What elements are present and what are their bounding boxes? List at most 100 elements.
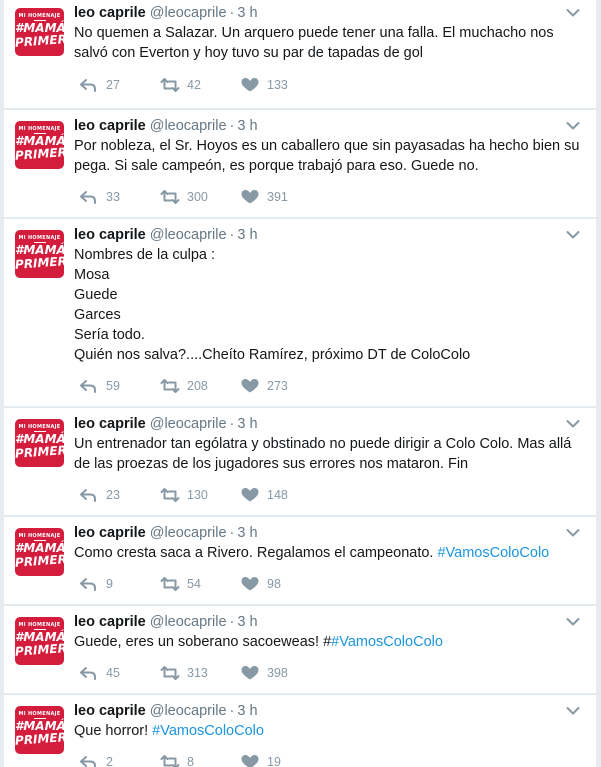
tweet-timestamp[interactable]: 3 h: [237, 5, 257, 21]
avatar-text-top: MI HOMENAJE: [18, 13, 61, 19]
reply-count: 59: [106, 379, 120, 393]
tweet-timestamp[interactable]: 3 h: [237, 416, 257, 432]
tweet-header: leo caprile @leocaprile · 3 h: [74, 116, 258, 136]
tweet-card[interactable]: MI HOMENAJE #MAMÁ PRIMERO leo caprile @leoca…: [4, 605, 596, 693]
hashtag-link[interactable]: #VamosColoColo: [437, 545, 549, 561]
author-handle[interactable]: @leocaprile: [150, 416, 227, 432]
retweet-count: 54: [187, 577, 201, 591]
tweet-text-segment: Un entrenador tan ególatra y obstinado n…: [74, 436, 572, 452]
tweet-text-line: Nombres de la culpa :: [74, 245, 584, 265]
tweet-text-segment: Sería todo.: [74, 327, 145, 343]
chevron-down-icon[interactable]: [566, 118, 580, 130]
avatar[interactable]: MI HOMENAJE #MAMÁ PRIMERO: [15, 419, 64, 467]
separator-dot: ·: [229, 5, 235, 21]
avatar[interactable]: MI HOMENAJE #MAMÁ PRIMERO: [15, 528, 64, 576]
author-handle[interactable]: @leocaprile: [150, 525, 227, 541]
author-name[interactable]: leo caprile: [74, 416, 146, 432]
like-count: 19: [267, 755, 281, 767]
author-handle[interactable]: @leocaprile: [150, 227, 227, 243]
chevron-down-icon[interactable]: [566, 416, 580, 428]
tweet-card[interactable]: MI HOMENAJE #MAMÁ PRIMERO leo caprile @leoca…: [4, 109, 596, 217]
tweet-text-line: No quemen a Salazar. Un arquero puede te…: [74, 23, 584, 43]
author-name[interactable]: leo caprile: [74, 614, 146, 630]
tweet-text-segment: Como cresta saca a Rivero. Regalamos el …: [74, 545, 438, 561]
like-count: 98: [267, 577, 281, 591]
tweet-text-line: Garces: [74, 305, 584, 325]
like-count: 398: [267, 666, 288, 680]
author-name[interactable]: leo caprile: [74, 525, 146, 541]
like-count: 273: [267, 379, 288, 393]
author-name[interactable]: leo caprile: [74, 118, 146, 134]
tweet-timeline: MI HOMENAJE #MAMÁ PRIMERO leo caprile @leoca…: [0, 0, 601, 767]
tweet-timestamp[interactable]: 3 h: [237, 614, 257, 630]
tweet-text-segment: Guede: [74, 287, 118, 303]
tweet-timestamp[interactable]: 3 h: [237, 703, 257, 719]
avatar[interactable]: MI HOMENAJE #MAMÁ PRIMERO: [15, 8, 64, 56]
separator-dot: ·: [229, 416, 235, 432]
author-handle[interactable]: @leocaprile: [150, 5, 227, 21]
tweet-text-segment: Nombres de la culpa :: [74, 247, 216, 263]
chevron-down-icon[interactable]: [566, 525, 580, 537]
avatar[interactable]: MI HOMENAJE #MAMÁ PRIMERO: [15, 121, 64, 169]
reply-count: 27: [106, 78, 120, 92]
author-name[interactable]: leo caprile: [74, 227, 146, 243]
chevron-down-icon[interactable]: [566, 703, 580, 715]
avatar-text-top: MI HOMENAJE: [18, 235, 61, 241]
author-handle[interactable]: @leocaprile: [150, 703, 227, 719]
hashtag-link[interactable]: #VamosColoColo: [152, 723, 264, 739]
separator-dot: ·: [229, 227, 235, 243]
avatar-text-top: MI HOMENAJE: [18, 711, 61, 717]
author-handle[interactable]: @leocaprile: [150, 614, 227, 630]
reply-count: 45: [106, 666, 120, 680]
chevron-down-icon[interactable]: [566, 5, 580, 17]
author-name[interactable]: leo caprile: [74, 703, 146, 719]
tweet-text: Que horror! #VamosColoColo: [74, 721, 584, 741]
like-count: 148: [267, 488, 288, 502]
avatar[interactable]: MI HOMENAJE #MAMÁ PRIMERO: [15, 706, 64, 754]
tweet-text-line: pega. Si sale campeón, es porque trabajó…: [74, 156, 584, 176]
author-name[interactable]: leo caprile: [74, 5, 146, 21]
tweet-timestamp[interactable]: 3 h: [237, 525, 257, 541]
tweet-header: leo caprile @leocaprile · 3 h: [74, 414, 258, 434]
avatar-text-bottom: PRIMERO: [15, 551, 64, 570]
reply-count: 9: [106, 577, 113, 591]
tweet-text-line: Mosa: [74, 265, 584, 285]
tweet-card[interactable]: MI HOMENAJE #MAMÁ PRIMERO leo caprile @leoca…: [4, 218, 596, 406]
tweet-text-segment: Mosa: [74, 267, 110, 283]
tweet-header: leo caprile @leocaprile · 3 h: [74, 3, 258, 23]
tweet-text-segment: salvó con Everton y hoy tuvo su par de t…: [74, 45, 424, 61]
tweet-text-segment: Guede, eres un soberano sacoeweas! #: [74, 634, 332, 650]
separator-dot: ·: [229, 118, 235, 134]
tweet-card[interactable]: MI HOMENAJE #MAMÁ PRIMERO leo caprile @leoca…: [4, 694, 596, 767]
retweet-count: 42: [187, 78, 201, 92]
tweet-text-segment: de las proezas de los jugadores sus erro…: [74, 456, 469, 472]
tweet-text-segment: Garces: [74, 307, 121, 323]
tweet-text-line: salvó con Everton y hoy tuvo su par de t…: [74, 43, 584, 63]
separator-dot: ·: [229, 614, 235, 630]
tweet-text-line: Guede, eres un soberano sacoeweas! ##Vam…: [74, 632, 584, 652]
tweet-text: Un entrenador tan ególatra y obstinado n…: [74, 434, 584, 474]
retweet-count: 130: [187, 488, 208, 502]
avatar-text-top: MI HOMENAJE: [18, 622, 61, 628]
tweet-timestamp[interactable]: 3 h: [237, 118, 257, 134]
tweet-text: Por nobleza, el Sr. Hoyos es un caballer…: [74, 136, 584, 176]
tweet-text-segment: No quemen a Salazar. Un arquero puede te…: [74, 25, 554, 41]
avatar-text-bottom: PRIMERO: [15, 442, 64, 461]
chevron-down-icon[interactable]: [566, 227, 580, 239]
avatar-text-bottom: PRIMERO: [15, 640, 64, 659]
tweet-timestamp[interactable]: 3 h: [237, 227, 257, 243]
tweet-text-segment: Por nobleza, el Sr. Hoyos es un caballer…: [74, 138, 580, 154]
avatar[interactable]: MI HOMENAJE #MAMÁ PRIMERO: [15, 230, 64, 278]
tweet-card[interactable]: MI HOMENAJE #MAMÁ PRIMERO leo caprile @leoca…: [4, 0, 596, 108]
author-handle[interactable]: @leocaprile: [150, 118, 227, 134]
tweet-card[interactable]: MI HOMENAJE #MAMÁ PRIMERO leo caprile @leoca…: [4, 516, 596, 604]
tweet-card[interactable]: MI HOMENAJE #MAMÁ PRIMERO leo caprile @leoca…: [4, 407, 596, 515]
avatar[interactable]: MI HOMENAJE #MAMÁ PRIMERO: [15, 617, 64, 665]
chevron-down-icon[interactable]: [566, 614, 580, 626]
hashtag-link[interactable]: #VamosColoColo: [331, 634, 443, 650]
avatar-text-top: MI HOMENAJE: [18, 424, 61, 430]
retweet-count: 300: [187, 190, 208, 204]
avatar-text-bottom: PRIMERO: [15, 144, 64, 163]
tweet-text-line: Que horror! #VamosColoColo: [74, 721, 584, 741]
separator-dot: ·: [229, 703, 235, 719]
